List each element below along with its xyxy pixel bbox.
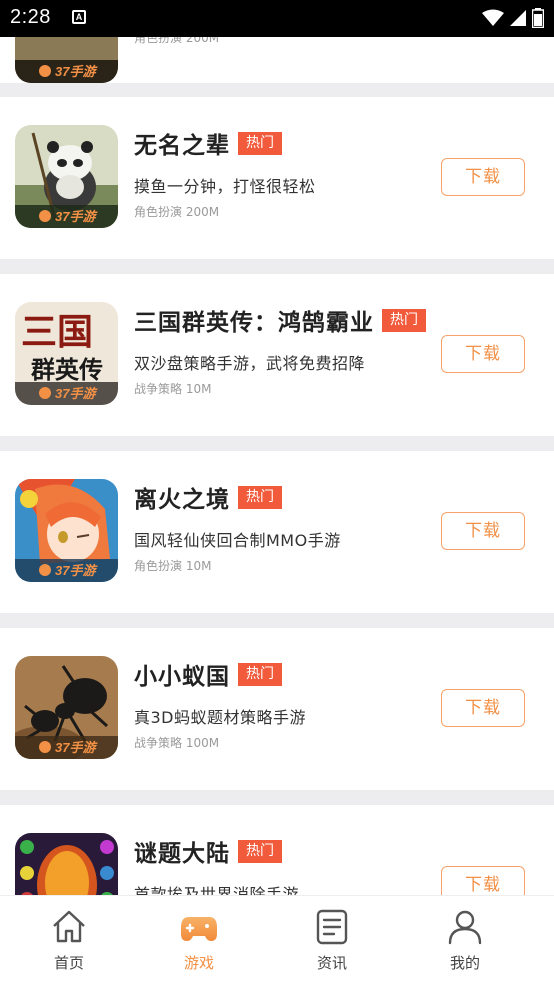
game-meta: 战争策略 100M	[134, 736, 220, 750]
tab-news[interactable]: 资讯	[263, 896, 401, 984]
tab-label: 我的	[449, 954, 480, 972]
hot-badge: 热门	[238, 131, 282, 155]
signal-icon	[510, 10, 526, 26]
list-item[interactable]: 37手游 离火之境 热门 国风轻仙侠回合制MMO手游 角色扮演 10M 下载	[0, 451, 554, 613]
game-meta: 角色扮演 10M	[134, 559, 212, 573]
home-icon	[53, 910, 85, 943]
list-item[interactable]: 谜题大陆 热门 首款埃及世界消除手游 下载	[0, 805, 554, 895]
list-item-partial[interactable]: 37手游 角色扮演 200M	[0, 37, 554, 83]
svg-text:37手游: 37手游	[55, 64, 98, 79]
status-time: 2:28	[10, 6, 51, 28]
download-button[interactable]: 下载	[441, 335, 525, 373]
title-row: 谜题大陆 热门	[134, 837, 282, 867]
app-screen: 2:28 A 37手游 角色扮演 200M 37手游 无名之辈 热门 摸鱼一分钟…	[0, 0, 554, 984]
status-bar: 2:28 A	[0, 0, 554, 37]
list-item[interactable]: 37手游 小小蚁国 热门 真3D蚂蚁题材策略手游 战争策略 100M 下载	[0, 628, 554, 790]
panda-warrior-icon: 37手游	[15, 125, 118, 228]
svg-text:37手游: 37手游	[55, 386, 98, 401]
wifi-icon	[482, 9, 504, 26]
svg-text:三国: 三国	[21, 311, 93, 353]
title-row: 三国群英传：鸿鹄霸业 热门	[134, 306, 426, 336]
download-button[interactable]: 下载	[441, 158, 525, 196]
game-meta: 战争策略 10M	[134, 382, 212, 396]
download-button[interactable]: 下载	[441, 689, 525, 727]
svg-text:群英传: 群英传	[31, 355, 103, 384]
status-icons	[482, 7, 544, 29]
title-row: 无名之辈 热门	[134, 129, 282, 159]
download-button[interactable]: 下载	[441, 512, 525, 550]
game-description: 双沙盘策略手游，武将免费招降	[134, 354, 366, 373]
hot-badge: 热门	[382, 308, 426, 332]
list-item[interactable]: 三国 群英传 37手游 三国群英传：鸿鹄霸业 热门 双沙盘策略手游，武将免费招降…	[0, 274, 554, 436]
game-meta: 角色扮演 200M	[134, 205, 220, 219]
game-title: 小小蚁国	[134, 664, 230, 690]
tab-label: 游戏	[183, 954, 214, 972]
svg-text:37手游: 37手游	[55, 563, 98, 578]
notification-icon: A	[72, 10, 86, 24]
news-icon	[316, 909, 348, 945]
game-title: 三国群英传：鸿鹄霸业	[134, 310, 374, 336]
svg-text:37手游: 37手游	[55, 740, 98, 755]
tab-profile[interactable]: 我的	[396, 896, 534, 984]
tab-label: 资讯	[316, 954, 347, 972]
game-meta: 角色扮演 200M	[134, 37, 220, 45]
game-list[interactable]: 37手游 角色扮演 200M 37手游 无名之辈 热门 摸鱼一分钟，打怪很轻松 …	[0, 37, 554, 895]
bottom-tab-bar: 首页 游戏 资讯 我的	[0, 895, 554, 984]
battery-icon	[532, 8, 544, 28]
svg-text:37手游: 37手游	[55, 209, 98, 224]
game-title: 谜题大陆	[134, 841, 230, 867]
game-description: 摸鱼一分钟，打怪很轻松	[134, 177, 316, 196]
tab-games[interactable]: 游戏	[130, 896, 268, 984]
game-title: 无名之辈	[134, 133, 230, 159]
game-title: 离火之境	[134, 487, 230, 513]
gem-puzzle-icon	[15, 833, 118, 895]
tab-home[interactable]: 首页	[0, 896, 138, 984]
user-icon	[448, 910, 482, 945]
game-description: 首款埃及世界消除手游	[134, 885, 300, 895]
game-description: 真3D蚂蚁题材策略手游	[134, 708, 307, 727]
download-button[interactable]: 下载	[441, 866, 525, 895]
gamepad-icon	[181, 917, 217, 941]
title-row: 离火之境 热门	[134, 483, 282, 513]
hot-badge: 热门	[238, 485, 282, 509]
tab-label: 首页	[53, 954, 84, 972]
three-kingdoms-icon: 三国 群英传 37手游	[15, 302, 118, 405]
game-icon: 37手游	[15, 37, 118, 83]
title-row: 小小蚁国 热门	[134, 660, 282, 690]
hot-badge: 热门	[238, 839, 282, 863]
hot-badge: 热门	[238, 662, 282, 686]
game-description: 国风轻仙侠回合制MMO手游	[134, 531, 341, 550]
list-item[interactable]: 37手游 无名之辈 热门 摸鱼一分钟，打怪很轻松 角色扮演 200M 下载	[0, 97, 554, 259]
anime-girl-icon: 37手游	[15, 479, 118, 582]
ant-icon: 37手游	[15, 656, 118, 759]
